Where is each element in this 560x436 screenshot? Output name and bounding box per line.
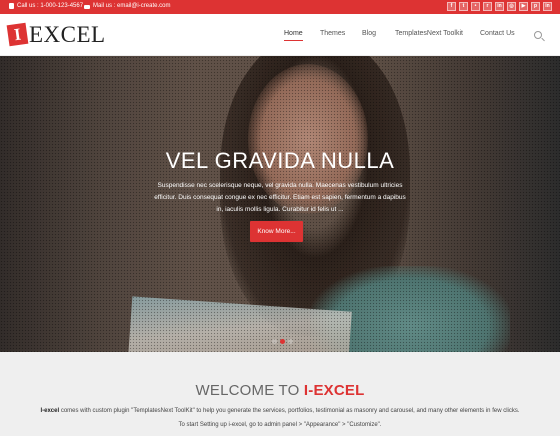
phone-icon (9, 3, 14, 9)
nav-item-blog[interactable]: Blog (362, 30, 376, 37)
slide-dot-active[interactable] (280, 339, 285, 344)
linkedin-icon[interactable]: in (495, 2, 504, 11)
welcome-title-prefix: WELCOME TO (195, 382, 304, 399)
slide-dot[interactable] (272, 339, 277, 344)
nav-item-themes[interactable]: Themes (320, 30, 345, 37)
nav-item-home[interactable]: Home (284, 30, 303, 41)
welcome-p1-brand: I-excel (40, 408, 60, 414)
youtube-icon[interactable]: ▶ (519, 2, 528, 11)
site-header: I EXCEL Home Themes Blog TemplatesNext T… (0, 14, 560, 56)
mail-icon (84, 4, 90, 9)
search-icon[interactable] (534, 31, 542, 39)
hero-slider: VEL GRAVIDA NULLA Suspendisse nec sceler… (0, 56, 560, 352)
phone-contact: Call us : 1-000-123-4567 (9, 3, 83, 9)
welcome-title: WELCOME TO I-EXCEL (0, 382, 560, 399)
linkedin-in-icon[interactable]: in (543, 2, 552, 11)
email-contact[interactable]: Mail us : email@i-create.com (84, 3, 170, 9)
hero-title: VEL GRAVIDA NULLA (165, 148, 395, 173)
welcome-title-brand: I-EXCEL (303, 382, 365, 399)
instagram-icon[interactable]: ◎ (507, 2, 516, 11)
know-more-button[interactable]: Know More... (250, 221, 303, 242)
welcome-p1-text: comes with custom plugin "TemplatesNext … (59, 408, 520, 414)
rss-icon[interactable]: r (483, 2, 492, 11)
nav-item-templatesnext-toolkit[interactable]: TemplatesNext Toolkit (395, 30, 463, 37)
top-bar: Call us : 1-000-123-4567 Mail us : email… (0, 0, 560, 14)
slide-dot[interactable] (288, 339, 293, 344)
welcome-paragraph: I-excel comes with custom plugin "Templa… (0, 408, 560, 414)
social-links: f t • r in ◎ ▶ p in (447, 2, 552, 11)
facebook-icon[interactable]: f (447, 2, 456, 11)
phone-text: Call us : 1-000-123-4567 (17, 3, 84, 9)
email-text[interactable]: Mail us : email@i-create.com (93, 3, 170, 9)
welcome-section: WELCOME TO I-EXCEL I-excel comes with cu… (0, 352, 560, 436)
welcome-setup-text: To start Setting up i-excel, go to admin… (178, 422, 382, 428)
pinterest-icon[interactable]: p (531, 2, 540, 11)
twitter-icon[interactable]: t (459, 2, 468, 11)
main-nav: Home Themes Blog TemplatesNext Toolkit C… (0, 30, 560, 44)
flickr-icon[interactable]: • (471, 2, 480, 11)
slider-pager (272, 339, 293, 344)
hero-text: Suspendisse nec scelerisque neque, vel g… (154, 182, 406, 213)
nav-item-contact-us[interactable]: Contact Us (480, 30, 515, 37)
